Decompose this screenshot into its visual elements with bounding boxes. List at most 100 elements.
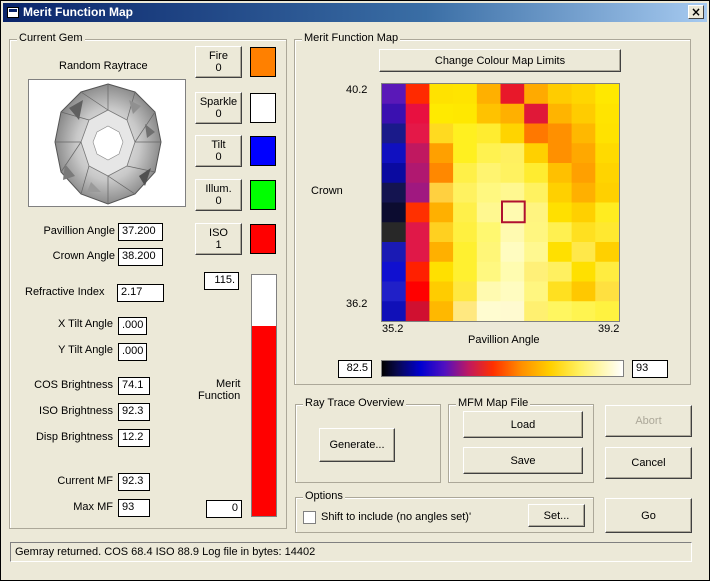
heatmap-cell[interactable] <box>571 163 596 184</box>
heatmap-cell[interactable] <box>595 301 620 322</box>
heatmap-cell[interactable] <box>595 163 620 184</box>
heatmap-cell[interactable] <box>524 123 549 144</box>
heatmap-cell[interactable] <box>429 301 454 322</box>
heatmap-cell[interactable] <box>405 143 430 164</box>
sparkle-button[interactable]: Sparkle 0 <box>195 92 242 124</box>
heatmap-cell[interactable] <box>571 242 596 263</box>
heatmap-cell[interactable] <box>571 123 596 144</box>
heatmap-cell[interactable] <box>382 301 407 322</box>
heatmap-cell[interactable] <box>500 84 525 105</box>
heatmap-cell[interactable] <box>500 163 525 184</box>
heatmap-cell[interactable] <box>453 143 478 164</box>
fire-button[interactable]: Fire 0 <box>195 46 242 78</box>
heatmap-cell[interactable] <box>524 301 549 322</box>
heatmap-cell[interactable] <box>571 301 596 322</box>
fire-color-swatch[interactable] <box>250 47 276 77</box>
heatmap-cell[interactable] <box>476 84 501 105</box>
heatmap-cell[interactable] <box>429 143 454 164</box>
close-button[interactable]: × <box>688 5 704 19</box>
heatmap-cell[interactable] <box>547 242 573 263</box>
heatmap-cell[interactable] <box>547 281 573 302</box>
heatmap-cell[interactable] <box>382 222 407 243</box>
heatmap-cell[interactable] <box>382 143 407 164</box>
heatmap-cell[interactable] <box>382 202 407 223</box>
heatmap-cell[interactable] <box>524 143 549 164</box>
heatmap-cell[interactable] <box>453 103 478 124</box>
change-colour-map-limits-button[interactable]: Change Colour Map Limits <box>379 49 621 72</box>
heatmap-cell[interactable] <box>382 182 407 203</box>
heatmap-cell[interactable] <box>429 242 454 263</box>
heatmap-cell[interactable] <box>429 281 454 302</box>
heatmap-cell[interactable] <box>595 281 620 302</box>
heatmap-cell[interactable] <box>595 222 620 243</box>
heatmap-cell[interactable] <box>500 261 525 282</box>
heatmap-cell[interactable] <box>405 261 430 282</box>
heatmap-cell[interactable] <box>382 163 407 184</box>
heatmap-cell[interactable] <box>382 84 407 105</box>
heatmap-cell[interactable] <box>405 84 430 105</box>
heatmap-cell[interactable] <box>476 222 501 243</box>
y-tilt-angle-field[interactable]: .000 <box>118 343 147 361</box>
heatmap-cell[interactable] <box>405 222 430 243</box>
heatmap-cell[interactable] <box>453 301 478 322</box>
heatmap-cell[interactable] <box>547 301 573 322</box>
heatmap-cell[interactable] <box>547 222 573 243</box>
heatmap-cell[interactable] <box>476 143 501 164</box>
heatmap-cell[interactable] <box>547 84 573 105</box>
shift-to-include-checkbox[interactable] <box>303 511 316 524</box>
heatmap-cell[interactable] <box>429 163 454 184</box>
heatmap-cell[interactable] <box>571 143 596 164</box>
heatmap-cell[interactable] <box>453 84 478 105</box>
heatmap-cell[interactable] <box>476 301 501 322</box>
heatmap-cell[interactable] <box>500 103 525 124</box>
heatmap-cell[interactable] <box>524 163 549 184</box>
heatmap-cell[interactable] <box>524 103 549 124</box>
iso-color-swatch[interactable] <box>250 224 276 254</box>
heatmap-cell[interactable] <box>500 301 525 322</box>
heatmap-cell[interactable] <box>405 123 430 144</box>
generate-button[interactable]: Generate... <box>319 428 395 462</box>
heatmap-cell[interactable] <box>453 163 478 184</box>
heatmap-cell[interactable] <box>476 182 501 203</box>
heatmap-cell[interactable] <box>547 103 573 124</box>
heatmap-cell[interactable] <box>453 123 478 144</box>
heatmap-cell[interactable] <box>595 202 620 223</box>
heatmap-cell[interactable] <box>500 222 525 243</box>
heatmap-cell[interactable] <box>453 261 478 282</box>
heatmap-svg[interactable] <box>382 84 620 322</box>
heatmap-cell[interactable] <box>500 202 525 223</box>
heatmap-cell[interactable] <box>405 163 430 184</box>
heatmap-cell[interactable] <box>405 301 430 322</box>
heatmap-cell[interactable] <box>429 261 454 282</box>
load-button[interactable]: Load <box>463 411 583 438</box>
heatmap-cell[interactable] <box>571 222 596 243</box>
heatmap-cell[interactable] <box>524 84 549 105</box>
heatmap-cell[interactable] <box>500 143 525 164</box>
heatmap-cell[interactable] <box>524 281 549 302</box>
heatmap-cell[interactable] <box>524 202 549 223</box>
heatmap-cell[interactable] <box>476 242 501 263</box>
pavillion-angle-field[interactable]: 37.200 <box>118 223 163 241</box>
heatmap-cell[interactable] <box>382 281 407 302</box>
heatmap-cell[interactable] <box>571 281 596 302</box>
heatmap-cell[interactable] <box>476 202 501 223</box>
abort-button[interactable]: Abort <box>605 405 692 437</box>
heatmap-cell[interactable] <box>571 103 596 124</box>
heatmap-cell[interactable] <box>382 261 407 282</box>
sparkle-color-swatch[interactable] <box>250 93 276 123</box>
heatmap-cell[interactable] <box>595 261 620 282</box>
heatmap-cell[interactable] <box>547 123 573 144</box>
heatmap-cell[interactable] <box>429 123 454 144</box>
illum-button[interactable]: Illum. 0 <box>195 179 242 211</box>
heatmap-cell[interactable] <box>524 242 549 263</box>
heatmap-cell[interactable] <box>429 202 454 223</box>
tilt-color-swatch[interactable] <box>250 136 276 166</box>
heatmap-cell[interactable] <box>595 143 620 164</box>
heatmap-cell[interactable] <box>571 84 596 105</box>
heatmap-cell[interactable] <box>453 202 478 223</box>
heatmap-cell[interactable] <box>453 182 478 203</box>
crown-angle-field[interactable]: 38.200 <box>118 248 163 266</box>
heatmap-cell[interactable] <box>547 143 573 164</box>
heatmap-cell[interactable] <box>595 182 620 203</box>
heatmap-cell[interactable] <box>547 163 573 184</box>
